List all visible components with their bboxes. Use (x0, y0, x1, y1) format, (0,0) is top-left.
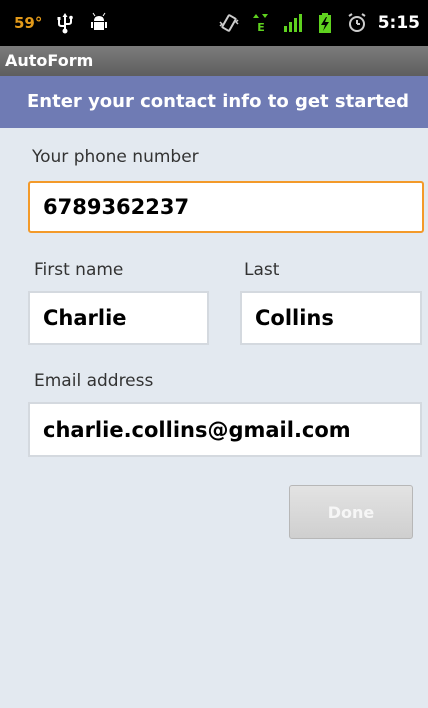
email-input[interactable]: charlie.collins@gmail.com (28, 402, 422, 457)
svg-text:E: E (257, 21, 265, 34)
first-name-input[interactable]: Charlie (28, 291, 209, 345)
temperature-text: 59° (14, 14, 43, 32)
data-edge-icon: E (250, 12, 272, 34)
status-left: 59° (14, 12, 110, 34)
last-name-value: Collins (255, 306, 334, 330)
first-name-value: Charlie (43, 306, 127, 330)
signal-icon (282, 12, 304, 34)
clock-time: 5:15 (377, 13, 420, 33)
phone-value: 6789362237 (43, 195, 190, 219)
phone-input[interactable]: 6789362237 (28, 181, 424, 233)
status-bar: 59° E 5:15 (0, 0, 428, 46)
alarm-icon (346, 12, 368, 34)
app-title: AutoForm (5, 51, 94, 70)
app-title-bar: AutoForm (0, 46, 428, 76)
vibrate-icon (218, 12, 240, 34)
done-label: Done (327, 502, 375, 522)
last-name-label: Last (244, 260, 280, 280)
phone-label: Your phone number (32, 147, 199, 167)
done-button[interactable]: Done (289, 485, 413, 539)
email-value: charlie.collins@gmail.com (43, 417, 351, 442)
last-name-input[interactable]: Collins (240, 291, 422, 345)
usb-icon (54, 12, 76, 34)
email-label: Email address (34, 371, 154, 391)
android-debug-icon (88, 12, 110, 34)
instruction-banner: Enter your contact info to get started (0, 76, 428, 128)
banner-text: Enter your contact info to get started (27, 91, 409, 112)
battery-charging-icon (314, 12, 336, 34)
status-right: E 5:15 (218, 12, 420, 34)
first-name-label: First name (34, 260, 124, 280)
